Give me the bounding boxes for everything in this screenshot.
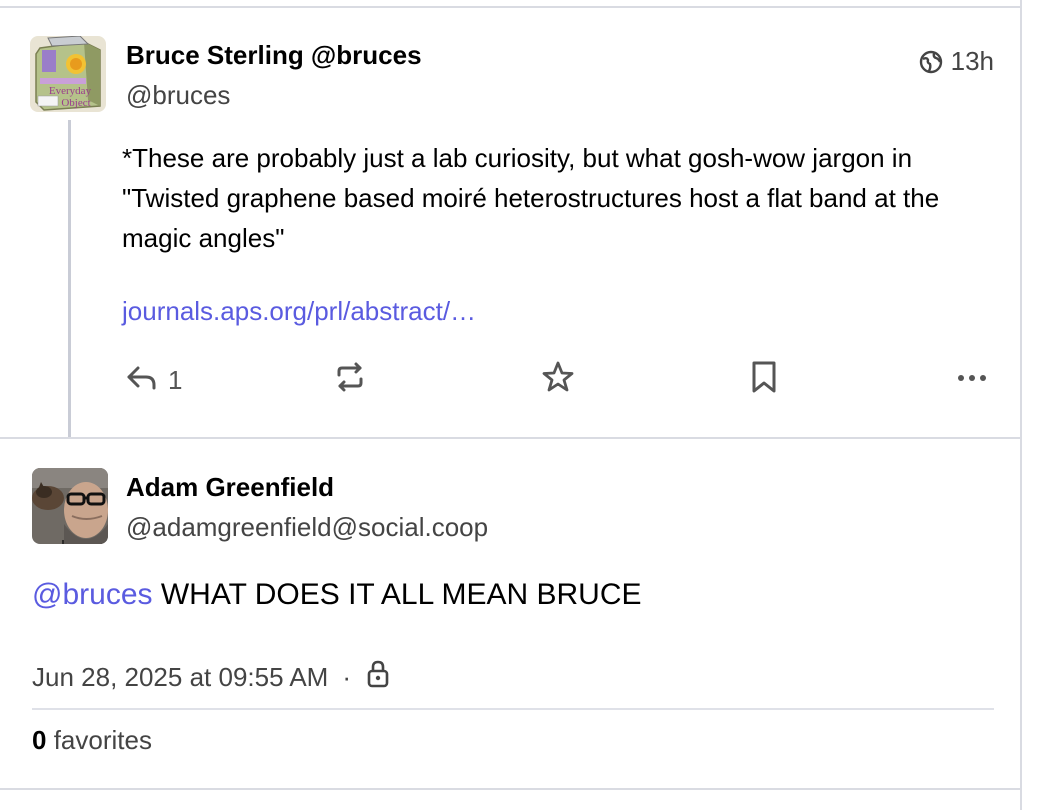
post-author-handle[interactable]: @adamgreenfield@social.coop: [126, 512, 488, 543]
avatar-logo-text: Everyday: [49, 85, 92, 97]
globe-icon: [919, 50, 943, 74]
reply-button[interactable]: 1: [124, 360, 182, 400]
top-border: [0, 6, 1020, 8]
post-author-handle[interactable]: @bruces: [126, 80, 230, 111]
boost-icon: [334, 361, 366, 400]
boost-button[interactable]: [334, 360, 366, 400]
meta-divider: [32, 708, 994, 710]
post-timestamp[interactable]: 13h: [919, 46, 994, 77]
favorites-count[interactable]: 0 favorites: [32, 725, 152, 756]
post-author-name[interactable]: Adam Greenfield: [126, 472, 334, 503]
favorite-button[interactable]: [541, 360, 575, 400]
avatar-image: Everyday Object: [30, 36, 106, 112]
post-action-bar: 1: [0, 360, 1020, 400]
favorites-label: favorites: [53, 725, 152, 755]
post-datetime[interactable]: Jun 28, 2025 at 09:55 AM: [32, 662, 328, 693]
avatar-adamgreenfield[interactable]: [32, 468, 108, 544]
bookmark-icon: [748, 360, 780, 401]
star-icon: [541, 360, 575, 401]
favorites-number: 0: [32, 725, 47, 755]
lock-icon: [365, 660, 391, 695]
meta-separator: ·: [342, 662, 352, 692]
post-author-name[interactable]: Bruce Sterling @bruces: [126, 40, 422, 71]
reply-icon: [124, 362, 158, 399]
more-icon: [956, 361, 988, 400]
more-options-button[interactable]: [956, 360, 988, 400]
avatar-bruces[interactable]: Everyday Object: [30, 36, 106, 112]
post-content: @bruces WHAT DOES IT ALL MEAN BRUCE: [32, 578, 642, 612]
reply-count: 1: [168, 364, 183, 395]
svg-text:Object: Object: [61, 97, 90, 109]
mention-link[interactable]: @bruces: [32, 578, 153, 611]
post-content: *These are probably just a lab curiosity…: [122, 143, 940, 253]
bookmark-button[interactable]: [748, 360, 780, 400]
post-divider: [0, 437, 1020, 439]
bottom-border: [0, 788, 1020, 790]
post-link[interactable]: journals.aps.org/prl/abstract/…: [122, 296, 476, 327]
post-text: WHAT DOES IT ALL MEAN BRUCE: [160, 578, 642, 611]
timestamp-text: 13h: [950, 46, 994, 76]
post-meta: Jun 28, 2025 at 09:55 AM ·: [32, 660, 391, 695]
avatar-image: [32, 468, 108, 544]
